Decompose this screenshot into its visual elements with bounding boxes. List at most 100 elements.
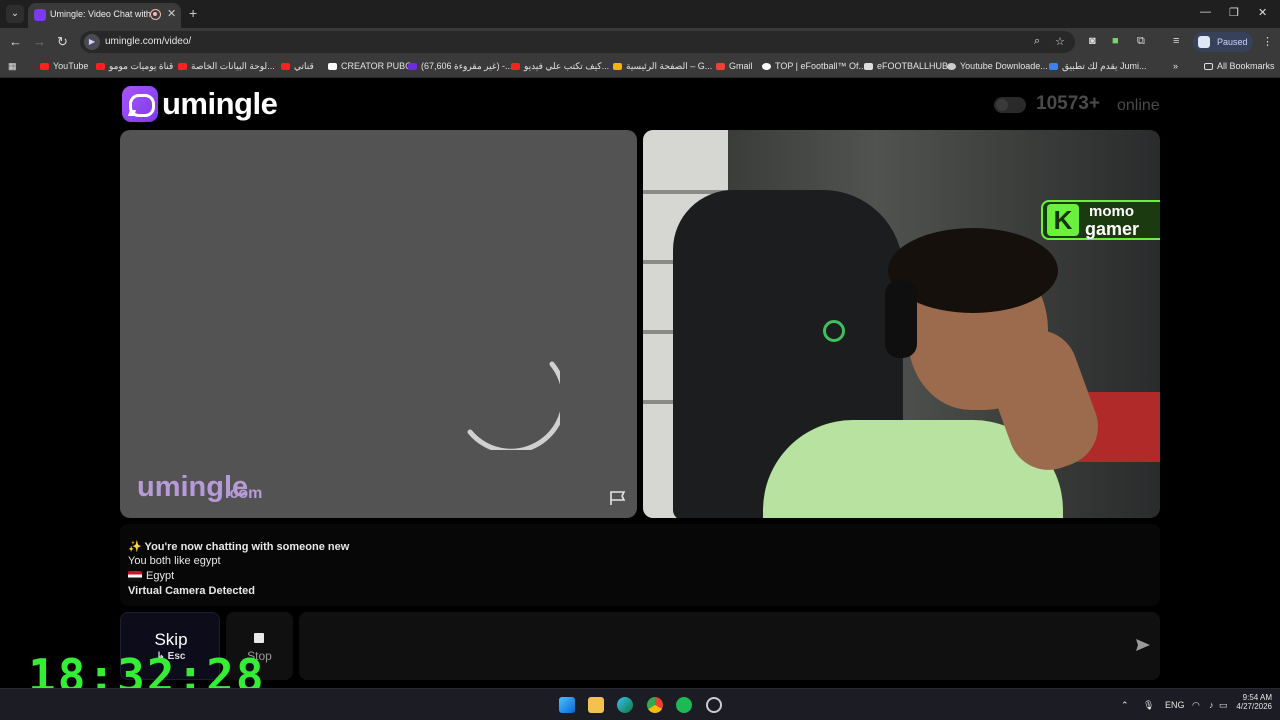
chat-message-warning: Virtual Camera Detected — [128, 585, 255, 597]
file-explorer-icon[interactable] — [588, 697, 604, 713]
profile-paused-button[interactable]: Paused — [1193, 32, 1253, 52]
address-bar[interactable]: ▶ umingle.com/video/ ⌕ ☆ — [80, 31, 1075, 53]
media-controls-icon[interactable]: ≡ — [1173, 35, 1179, 47]
profile-avatar-icon — [1198, 36, 1210, 48]
taskbar-time: 9:54 AM — [1242, 693, 1272, 702]
online-label: online — [1117, 97, 1160, 114]
wifi-icon[interactable]: ◠ — [1192, 700, 1200, 711]
back-icon[interactable]: ← — [9, 34, 22, 49]
loading-spinner-icon — [467, 361, 560, 450]
bookmarks-bar: ▦ YouTube قناة يوميات مومو لوحة البيانات… — [0, 56, 1280, 78]
youtube-icon — [511, 63, 520, 71]
egypt-flag-icon — [128, 571, 142, 582]
stream-logo-line2: gamer — [1085, 219, 1140, 239]
minimize-icon[interactable]: — — [1200, 6, 1211, 18]
bookmark-item[interactable]: قناة يوميات مومو — [96, 61, 173, 72]
close-window-icon[interactable]: ✕ — [1258, 6, 1267, 19]
language-indicator[interactable]: ENG — [1165, 700, 1185, 710]
battery-icon[interactable]: ▭ — [1219, 700, 1228, 711]
self-camera-video: K momo gamer — [643, 130, 1160, 518]
chat-message-input[interactable] — [299, 612, 1160, 680]
extensions-puzzle-icon[interactable]: ⧉ — [1137, 35, 1145, 48]
youtube-icon — [178, 63, 187, 71]
microphone-icon[interactable]: 🎙 — [1143, 700, 1154, 711]
bookmark-item[interactable]: TOP | eFootball™ Of... — [762, 61, 866, 71]
google-drive-icon — [613, 63, 622, 71]
bookmark-item[interactable]: لوحة البيانات الخاصة... — [178, 61, 275, 72]
report-flag-icon[interactable] — [609, 490, 627, 506]
skip-label: Skip — [154, 630, 188, 649]
yahoo-mail-icon — [408, 63, 417, 71]
online-count: 10573+ — [1036, 93, 1100, 114]
obs-studio-icon[interactable] — [706, 697, 722, 713]
site-info-icon[interactable]: ▶ — [84, 34, 100, 50]
bookmark-item[interactable]: eFOOTBALLHUB — [864, 61, 948, 71]
efootball-icon — [762, 63, 771, 71]
edge-browser-icon[interactable] — [617, 697, 633, 713]
bookmark-item[interactable]: يقدم لك تطبيق Jumi... — [1049, 61, 1147, 72]
youtube-icon — [281, 63, 290, 71]
bookmark-item[interactable]: YouTube — [40, 61, 88, 71]
camera-icon[interactable]: ◙ — [1089, 35, 1096, 47]
start-windows-icon[interactable] — [559, 697, 575, 713]
zoom-icon[interactable]: ⌕ — [1034, 35, 1040, 48]
razer-logo-icon — [823, 320, 845, 342]
restore-icon[interactable]: ❐ — [1229, 6, 1239, 19]
globe-icon — [947, 63, 956, 71]
browser-tab-strip: ⌄ Umingle: Video Chat with S ✕ + — ❐ ✕ — [0, 0, 1280, 28]
spotify-icon[interactable] — [676, 697, 692, 713]
tab-search-icon[interactable]: ⌄ — [6, 5, 24, 23]
new-tab-icon[interactable]: + — [189, 5, 197, 21]
bookmark-item[interactable]: قناتي — [281, 61, 314, 72]
stop-icon — [254, 633, 264, 643]
chat-message-intro: ✨ You're now chatting with someone new — [128, 541, 350, 553]
umingle-logo-icon[interactable] — [122, 86, 158, 122]
chat-message-country: Egypt — [128, 570, 174, 582]
taskbar-clock[interactable]: 9:54 AM 4/27/2026 — [1232, 693, 1272, 711]
extension-color-icon[interactable]: ■ — [1112, 35, 1119, 47]
browser-tab-active[interactable]: Umingle: Video Chat with S ✕ — [28, 3, 181, 28]
browser-toolbar: ← → ↻ ▶ umingle.com/video/ ⌕ ☆ ◙ ■ ⧉ ≡ P… — [0, 28, 1280, 56]
reload-icon[interactable]: ↻ — [57, 34, 68, 50]
bookmark-item[interactable]: Gmail — [716, 61, 753, 71]
umingle-favicon-icon — [34, 9, 46, 21]
youtube-icon — [96, 63, 105, 71]
stream-logo-badge: K momo gamer — [1041, 200, 1160, 240]
headphones-icon — [885, 280, 917, 358]
gmail-icon — [716, 63, 725, 71]
stream-logo-k-icon: K — [1047, 204, 1079, 236]
bookmark-item[interactable]: كيف تكتب علي فيديو... — [511, 61, 609, 72]
site-logo-text[interactable]: umingle — [162, 86, 278, 122]
hidden-icons-chevron-icon[interactable]: ⌃ — [1121, 700, 1129, 711]
chat-message-common: You both like egypt — [128, 555, 221, 567]
folder-icon — [1204, 63, 1213, 71]
bookmarks-overflow-icon[interactable]: » — [1173, 61, 1178, 71]
bookmark-item[interactable]: Youtube Downloade... — [947, 61, 1048, 71]
recording-indicator-icon — [150, 9, 161, 20]
chat-log — [120, 524, 1160, 606]
all-bookmarks-folder[interactable]: All Bookmarks — [1204, 61, 1275, 71]
bookmark-item[interactable]: الصفحة الرئيسية – G... — [613, 61, 712, 72]
creator-icon — [328, 63, 337, 71]
online-toggle[interactable] — [994, 97, 1026, 113]
bookmark-item[interactable]: CREATOR PUBG — [328, 61, 412, 71]
apps-grid-icon[interactable]: ▦ — [8, 61, 17, 72]
stranger-video — [120, 130, 637, 518]
volume-icon[interactable]: ♪ — [1209, 700, 1214, 710]
bookmark-item[interactable]: (67,606 غير مقروءة) -... — [408, 61, 513, 72]
forward-icon[interactable]: → — [33, 34, 46, 49]
jumia-icon — [1049, 63, 1058, 71]
send-icon[interactable] — [1135, 637, 1151, 653]
tab-close-icon[interactable]: ✕ — [167, 7, 176, 20]
tab-title: Umingle: Video Chat with S — [50, 9, 150, 19]
taskbar-date: 4/27/2026 — [1236, 702, 1272, 711]
youtube-icon — [40, 63, 49, 71]
paused-label: Paused — [1217, 37, 1248, 47]
umingle-page: umingle 10573+ online umingle .com K mom… — [0, 78, 1280, 688]
windows-taskbar: ⌃ 🎙 ENG ◠ ♪ ▭ 9:54 AM 4/27/2026 — [0, 688, 1280, 720]
stream-logo-line1: momo — [1089, 203, 1134, 220]
chrome-browser-icon[interactable] — [647, 697, 663, 713]
url-text: umingle.com/video/ — [105, 36, 192, 47]
bookmark-star-icon[interactable]: ☆ — [1055, 35, 1065, 48]
menu-kebab-icon[interactable]: ⋮ — [1262, 35, 1273, 48]
